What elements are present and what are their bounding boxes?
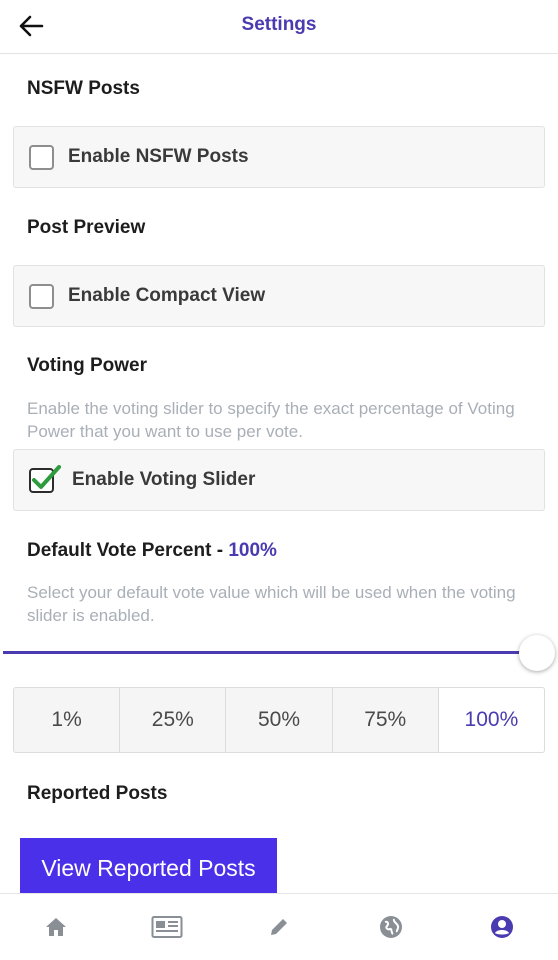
checkmark-icon: [32, 464, 61, 489]
home-icon: [46, 918, 66, 936]
tab-compose[interactable]: [264, 912, 294, 942]
default-vote-description: Select your default vote value which wil…: [27, 583, 516, 625]
header: Settings: [0, 0, 558, 54]
vote-option-25[interactable]: 25%: [120, 688, 227, 752]
compact-view-option-label: Enable Compact View: [68, 285, 266, 306]
vote-slider-track[interactable]: [3, 651, 538, 654]
voting-slider-option-label: Enable Voting Slider: [72, 469, 256, 490]
compact-view-checkbox[interactable]: [29, 283, 54, 309]
vote-option-75[interactable]: 75%: [333, 688, 439, 752]
view-reported-posts-button[interactable]: View Reported Posts: [20, 838, 277, 898]
newspaper-icon: [151, 916, 183, 938]
vote-option-1[interactable]: 1%: [14, 688, 121, 752]
tab-home[interactable]: [41, 912, 71, 942]
tab-explore[interactable]: [376, 912, 406, 942]
preview-section-title: Post Preview: [27, 217, 146, 238]
page-title: Settings: [241, 14, 317, 35]
default-vote-percent: 100%: [228, 540, 277, 561]
tab-feed[interactable]: [150, 912, 184, 942]
reported-section-title: Reported Posts: [27, 783, 168, 804]
compact-view-option[interactable]: Enable Compact View: [13, 265, 545, 327]
bottom-tab-bar: [0, 893, 558, 960]
user-icon: [491, 916, 513, 938]
vote-percent-selector: 1% 25% 50% 75% 100%: [13, 687, 545, 753]
default-vote-title-text: Default Vote Percent -: [27, 540, 229, 561]
nsfw-option-label: Enable NSFW Posts: [68, 146, 249, 167]
nsfw-checkbox[interactable]: [29, 144, 54, 170]
nsfw-option[interactable]: Enable NSFW Posts: [13, 126, 545, 188]
pencil-icon: [271, 919, 287, 935]
nsfw-section-title: NSFW Posts: [27, 78, 140, 99]
globe-icon: [380, 916, 402, 938]
vote-option-100[interactable]: 100%: [438, 688, 544, 752]
voting-slider-checkbox[interactable]: [29, 464, 61, 493]
vote-slider-thumb[interactable]: [519, 635, 555, 671]
vote-option-50[interactable]: 50%: [226, 688, 333, 752]
default-vote-title: Default Vote Percent - 100%: [27, 540, 277, 562]
voting-section-title: Voting Power: [27, 355, 147, 376]
tab-profile[interactable]: [487, 912, 517, 942]
voting-description: Enable the voting slider to specify the …: [27, 399, 515, 441]
voting-slider-option[interactable]: Enable Voting Slider: [13, 449, 545, 511]
